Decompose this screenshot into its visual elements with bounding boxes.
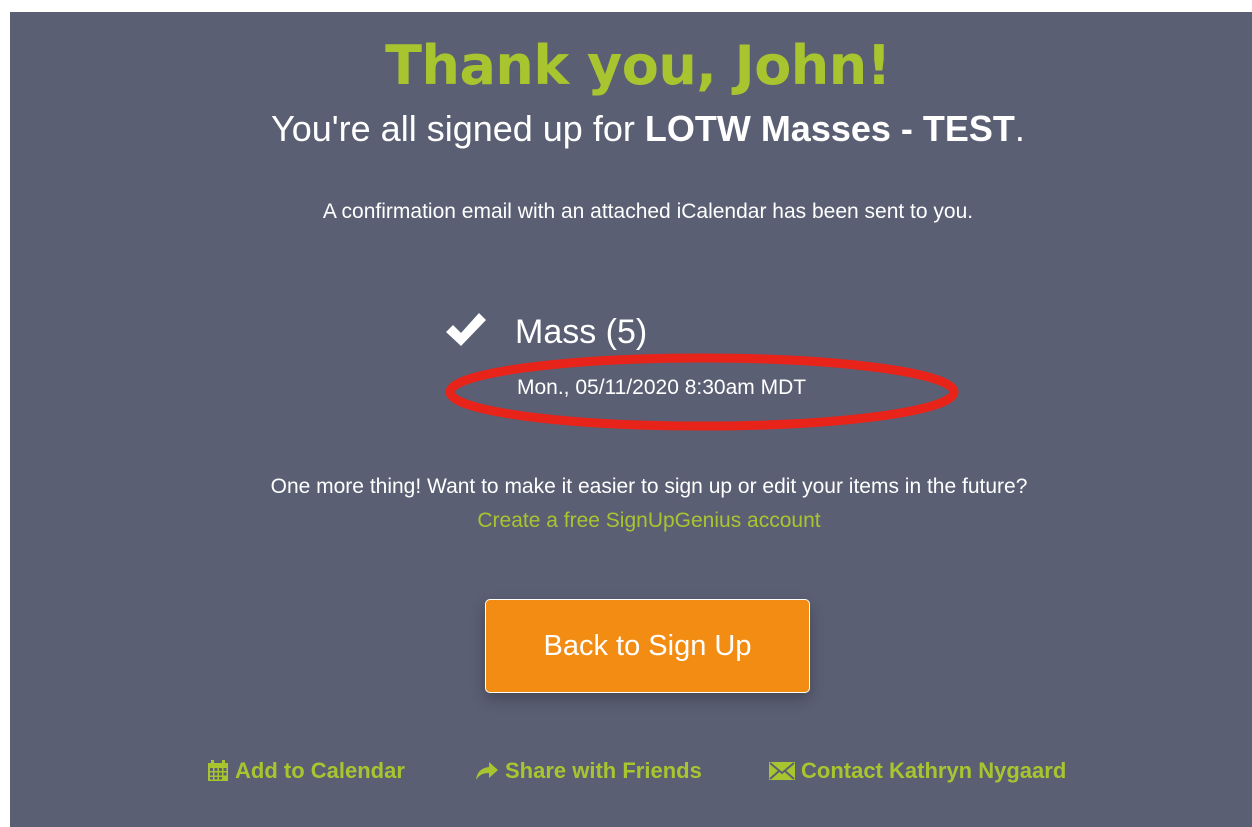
- create-account-link[interactable]: Create a free SignUpGenius account: [0, 509, 1252, 533]
- signup-name: LOTW Masses - TEST: [644, 108, 1015, 149]
- add-to-calendar-link[interactable]: Add to Calendar: [207, 758, 405, 784]
- signup-subtitle: You're all signed up for LOTW Masses - T…: [0, 108, 1252, 150]
- slot-name: Mass (5): [515, 313, 648, 351]
- checkmark-icon: [446, 313, 486, 346]
- share-arrow-icon: [476, 762, 498, 780]
- subtitle-prefix: You're all signed up for: [271, 108, 645, 149]
- back-to-signup-button[interactable]: Back to Sign Up: [485, 599, 810, 693]
- share-with-friends-label: Share with Friends: [505, 758, 702, 783]
- subtitle-suffix: .: [1014, 108, 1025, 149]
- page-title: Thank you, John!: [385, 34, 891, 97]
- add-to-calendar-label: Add to Calendar: [235, 758, 405, 783]
- calendar-icon: [208, 760, 228, 781]
- contact-organizer-link[interactable]: Contact Kathryn Nygaard: [769, 758, 1066, 784]
- slot-datetime: Mon., 05/11/2020 8:30am MDT: [517, 376, 807, 399]
- share-with-friends-link[interactable]: Share with Friends: [475, 758, 702, 784]
- email-notice: A confirmation email with an attached iC…: [322, 200, 974, 223]
- account-prompt: One more thing! Want to make it easier t…: [270, 475, 1028, 498]
- contact-organizer-label: Contact Kathryn Nygaard: [801, 758, 1067, 783]
- envelope-icon: [769, 762, 795, 780]
